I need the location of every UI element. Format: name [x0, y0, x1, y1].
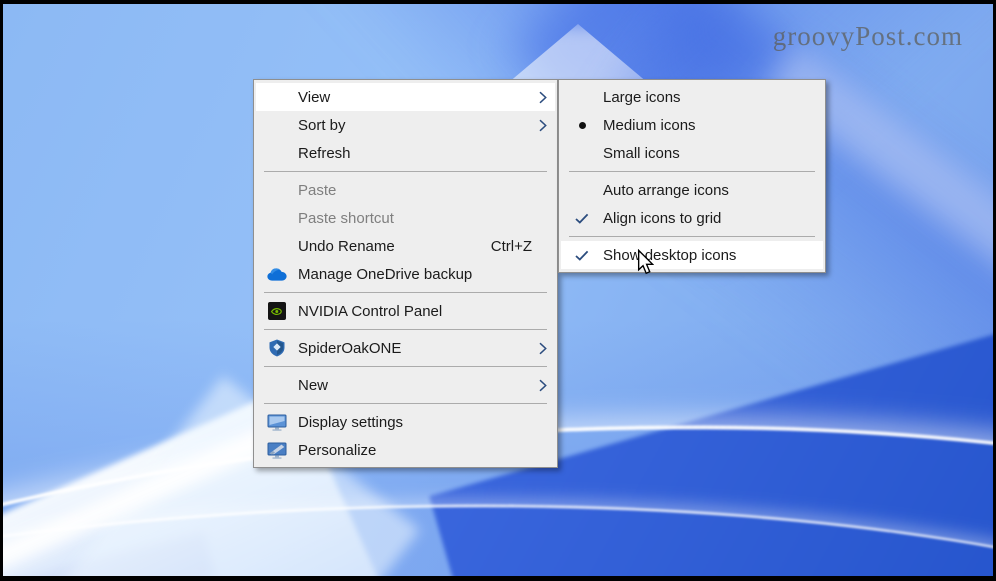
menu-item-large-icons[interactable]: Large icons: [561, 83, 823, 111]
desktop-context-menu: View Sort by Refresh Paste Paste shortcu…: [253, 79, 558, 468]
submenu-chevron-icon: [536, 342, 550, 355]
spideroak-shield-icon: [256, 339, 298, 357]
menu-item-personalize[interactable]: Personalize: [256, 436, 555, 464]
menu-item-display-settings[interactable]: Display settings: [256, 408, 555, 436]
onedrive-cloud-icon: [256, 268, 298, 281]
checkmark-icon: [561, 213, 603, 224]
menu-separator: [264, 366, 547, 367]
menu-item-label: NVIDIA Control Panel: [298, 303, 532, 320]
menu-item-label: New: [298, 377, 532, 394]
menu-item-auto-arrange-icons[interactable]: Auto arrange icons: [561, 176, 823, 204]
menu-item-refresh[interactable]: Refresh: [256, 139, 555, 167]
menu-item-spideroakone[interactable]: SpiderOakONE: [256, 334, 555, 362]
watermark: groovyPost.com: [773, 21, 963, 52]
menu-item-label: Show desktop icons: [603, 247, 800, 264]
menu-item-label: Personalize: [298, 442, 532, 459]
menu-separator: [264, 329, 547, 330]
menu-item-manage-onedrive-backup[interactable]: Manage OneDrive backup: [256, 260, 555, 288]
menu-separator: [264, 292, 547, 293]
menu-item-shortcut: Ctrl+Z: [491, 238, 532, 255]
menu-item-view[interactable]: View: [256, 83, 555, 111]
menu-separator: [264, 403, 547, 404]
menu-separator: [264, 171, 547, 172]
menu-item-label: Display settings: [298, 414, 532, 431]
menu-item-nvidia-control-panel[interactable]: NVIDIA Control Panel: [256, 297, 555, 325]
display-settings-icon: [256, 414, 298, 431]
menu-item-label: Large icons: [603, 89, 800, 106]
checkmark-icon: [561, 250, 603, 261]
view-submenu: Large icons Medium icons Small icons Aut…: [558, 79, 826, 273]
menu-separator: [569, 236, 815, 237]
menu-separator: [569, 171, 815, 172]
submenu-chevron-icon: [536, 91, 550, 104]
menu-item-label: Small icons: [603, 145, 800, 162]
submenu-chevron-icon: [536, 379, 550, 392]
menu-item-label: Manage OneDrive backup: [298, 266, 532, 283]
menu-item-paste-shortcut: Paste shortcut: [256, 204, 555, 232]
menu-item-label: Medium icons: [603, 117, 800, 134]
menu-item-align-icons-to-grid[interactable]: Align icons to grid: [561, 204, 823, 232]
submenu-chevron-icon: [536, 119, 550, 132]
menu-item-label: Sort by: [298, 117, 532, 134]
menu-item-show-desktop-icons[interactable]: Show desktop icons: [561, 241, 823, 269]
menu-item-label: Paste shortcut: [298, 210, 532, 227]
desktop-background: groovyPost.com View Sort by Refresh Past…: [3, 4, 993, 576]
menu-item-label: SpiderOakONE: [298, 340, 532, 357]
mouse-cursor: [637, 249, 654, 280]
personalize-icon: [256, 442, 298, 459]
menu-item-new[interactable]: New: [256, 371, 555, 399]
nvidia-eye-icon: [256, 302, 298, 320]
menu-item-sort-by[interactable]: Sort by: [256, 111, 555, 139]
menu-item-paste: Paste: [256, 176, 555, 204]
menu-item-label: View: [298, 89, 532, 106]
radio-selected-icon: [561, 122, 603, 129]
menu-item-label: Align icons to grid: [603, 210, 800, 227]
menu-item-label: Paste: [298, 182, 532, 199]
menu-item-small-icons[interactable]: Small icons: [561, 139, 823, 167]
menu-item-label: Undo Rename: [298, 238, 491, 255]
menu-item-undo-rename[interactable]: Undo Rename Ctrl+Z: [256, 232, 555, 260]
wallpaper-shape: [3, 532, 215, 576]
menu-item-label: Auto arrange icons: [603, 182, 800, 199]
menu-item-medium-icons[interactable]: Medium icons: [561, 111, 823, 139]
menu-item-label: Refresh: [298, 145, 532, 162]
